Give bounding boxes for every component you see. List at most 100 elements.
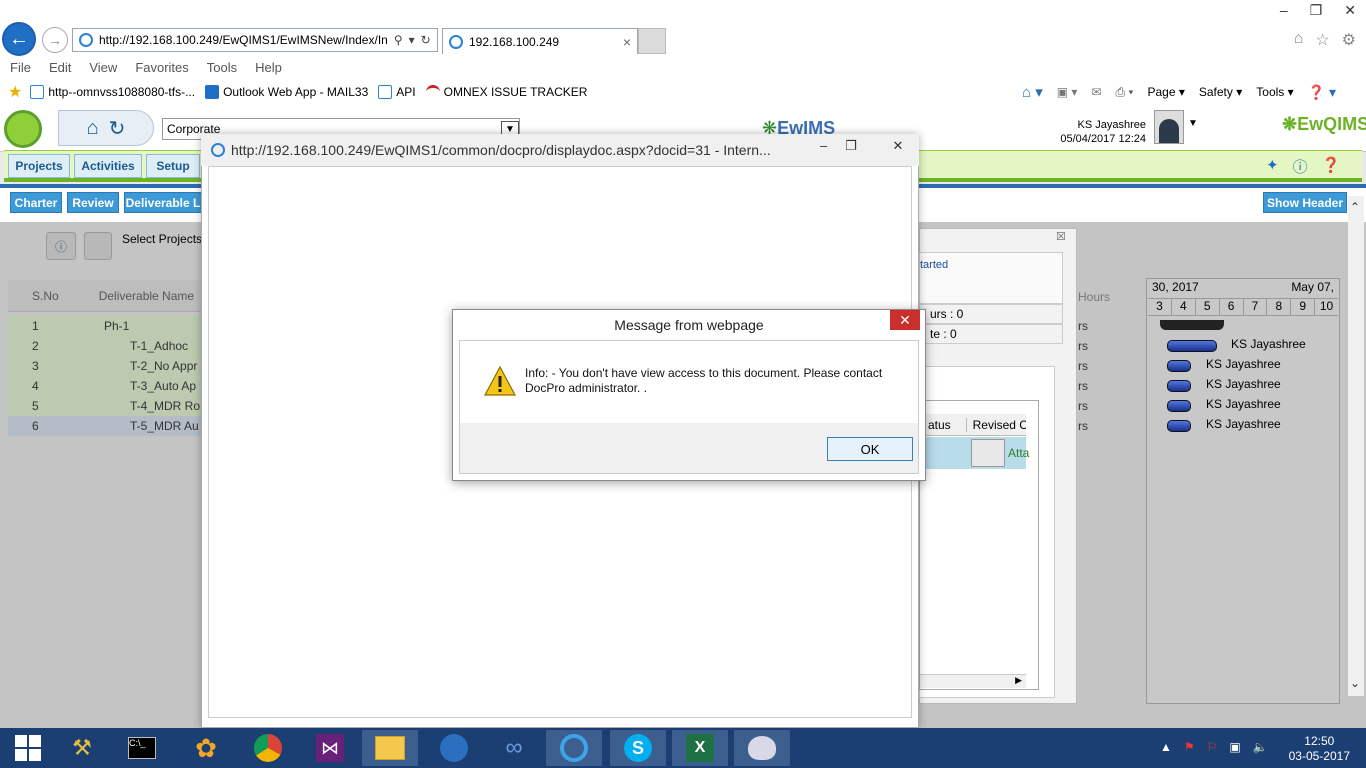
back-button[interactable]: ← bbox=[2, 22, 36, 56]
close-icon[interactable]: ✕ bbox=[875, 138, 921, 154]
menu-help[interactable]: Help bbox=[255, 60, 282, 75]
tree-icon[interactable] bbox=[84, 232, 112, 260]
close-tab-icon[interactable]: × bbox=[623, 34, 631, 50]
tray-expand-icon[interactable]: ▲ bbox=[1160, 740, 1172, 754]
favorite-item[interactable]: Outlook Web App - MAIL33 bbox=[205, 85, 368, 99]
col-sno[interactable]: S.No bbox=[32, 289, 59, 303]
gantt-task-bar[interactable] bbox=[1167, 380, 1191, 392]
menu-view[interactable]: View bbox=[89, 60, 117, 75]
taskbar-cmd[interactable]: C:\_ bbox=[114, 730, 170, 766]
home-icon[interactable]: ⌂ ▾ bbox=[1022, 83, 1043, 101]
col-revised[interactable]: Revised C bbox=[967, 418, 1026, 432]
flag-icon[interactable]: ⚐ bbox=[1207, 740, 1218, 754]
taskbar-skype[interactable]: S bbox=[610, 730, 666, 766]
attach-link[interactable]: Atta bbox=[1008, 446, 1029, 460]
edit-attachment-icon[interactable] bbox=[971, 439, 1005, 467]
taskbar-app2[interactable]: ∞ bbox=[486, 730, 542, 766]
menu-file[interactable]: File bbox=[10, 60, 31, 75]
monitor-icon[interactable]: ▣ bbox=[1229, 740, 1240, 754]
table-row[interactable]: 6 T-5_MDR Au bbox=[8, 416, 202, 436]
search-icon[interactable]: ⚲ bbox=[394, 33, 403, 47]
deliverable-list-button[interactable]: Deliverable L bbox=[124, 192, 202, 213]
taskbar-thunderbird[interactable] bbox=[426, 730, 482, 766]
taskbar-visual-studio[interactable]: ⋈ bbox=[302, 730, 358, 766]
table-row[interactable]: 2 T-1_Adhoc bbox=[8, 336, 202, 356]
scroll-down-icon[interactable]: ⌄ bbox=[1350, 676, 1360, 690]
charter-button[interactable]: Charter bbox=[10, 192, 62, 213]
gear-icon[interactable]: ⚙ bbox=[1342, 30, 1356, 50]
taskbar-chrome[interactable] bbox=[240, 730, 296, 766]
taskbar-ie[interactable] bbox=[546, 730, 602, 766]
menu-edit[interactable]: Edit bbox=[49, 60, 71, 75]
info-icon[interactable]: ⓘ bbox=[1293, 156, 1308, 177]
nav-projects[interactable]: Projects bbox=[8, 154, 70, 178]
taskbar-clock[interactable]: 12:50 03-05-2017 bbox=[1289, 734, 1350, 764]
h-scrollbar[interactable]: ▶ bbox=[920, 674, 1026, 688]
refresh-icon[interactable]: ↻ bbox=[421, 33, 431, 47]
favorite-item[interactable]: OMNEX ISSUE TRACKER bbox=[425, 85, 587, 99]
maximize-icon[interactable]: ❐ bbox=[845, 138, 857, 154]
gantt-task-bar[interactable] bbox=[1167, 420, 1191, 432]
nav-activities[interactable]: Activities bbox=[74, 154, 142, 178]
dialog-close-icon[interactable]: ✕ bbox=[890, 310, 920, 330]
taskbar-tools[interactable]: ⚒ bbox=[54, 730, 110, 766]
feeds-icon[interactable]: ▣ ▾ bbox=[1057, 85, 1078, 99]
ok-button[interactable]: OK bbox=[827, 437, 913, 461]
table-row[interactable]: 4 T-3_Auto Ap bbox=[8, 376, 202, 396]
star-icon[interactable]: ☆ bbox=[1315, 30, 1329, 50]
panel-close-icon[interactable]: ☒ bbox=[1056, 230, 1066, 243]
network-warning-icon[interactable]: ⚑ bbox=[1184, 740, 1195, 754]
taskbar-paint[interactable] bbox=[734, 730, 790, 766]
menu-favorites[interactable]: Favorites bbox=[135, 60, 188, 75]
home-icon[interactable]: ⌂ bbox=[87, 117, 99, 140]
user-menu-chevron-icon[interactable]: ▼ bbox=[1188, 118, 1198, 129]
tools-menu[interactable]: Tools ▾ bbox=[1256, 85, 1293, 99]
help-icon[interactable]: ❓ bbox=[1322, 156, 1341, 177]
close-icon[interactable]: ✕ bbox=[1344, 2, 1356, 19]
home-icon[interactable]: ⌂ bbox=[1294, 30, 1304, 50]
nav-setup[interactable]: Setup bbox=[146, 154, 200, 178]
gantt-task-bar[interactable] bbox=[1167, 400, 1191, 412]
forward-button[interactable]: → bbox=[42, 27, 68, 53]
print-icon[interactable]: ⎙ ▾ bbox=[1116, 85, 1134, 100]
safety-menu[interactable]: Safety ▾ bbox=[1199, 85, 1242, 99]
scroll-up-icon[interactable]: ⌃ bbox=[1350, 200, 1360, 214]
col-name[interactable]: Deliverable Name bbox=[99, 289, 194, 303]
show-header-button[interactable]: Show Header bbox=[1263, 192, 1347, 213]
mail-icon[interactable]: ✉ bbox=[1091, 85, 1101, 99]
app-logo-icon[interactable] bbox=[4, 110, 42, 148]
start-button[interactable] bbox=[0, 730, 56, 766]
table-row[interactable]: 5 T-4_MDR Ro bbox=[8, 396, 202, 416]
col-hours[interactable]: Hours bbox=[1078, 290, 1110, 304]
maximize-icon[interactable]: ❐ bbox=[1310, 2, 1323, 19]
refresh-icon[interactable]: ↻ bbox=[109, 116, 126, 141]
info-icon[interactable]: ⓘ bbox=[46, 232, 76, 260]
table-row[interactable]: 3 T-2_No Appr bbox=[8, 356, 202, 376]
speaker-icon[interactable]: 🔈 bbox=[1253, 740, 1268, 754]
favorite-item[interactable]: http--omnvss1088080-tfs-... bbox=[30, 85, 195, 99]
taskbar-app[interactable]: ✿ bbox=[178, 730, 234, 766]
page-menu[interactable]: Page ▾ bbox=[1147, 85, 1184, 99]
page-scrollbar[interactable] bbox=[1348, 196, 1364, 696]
dropdown-icon[interactable]: ▾ bbox=[409, 33, 415, 47]
tracker-icon bbox=[425, 85, 440, 99]
col-status[interactable]: atus bbox=[920, 417, 967, 432]
taskbar-explorer[interactable] bbox=[362, 730, 418, 766]
minimize-icon[interactable]: – bbox=[820, 138, 827, 154]
avatar[interactable] bbox=[1154, 110, 1184, 144]
new-tab-button[interactable] bbox=[638, 28, 666, 54]
address-bar[interactable]: http://192.168.100.249/EwQIMS1/EwIMSNew/… bbox=[72, 28, 438, 52]
help-icon[interactable]: ❓ ▾ bbox=[1308, 84, 1336, 101]
gantt-task-bar[interactable] bbox=[1167, 340, 1217, 352]
gantt-task-bar[interactable] bbox=[1167, 360, 1191, 372]
browser-tab[interactable]: 192.168.100.249 × bbox=[442, 28, 638, 54]
gantt-summary-bar[interactable] bbox=[1160, 320, 1224, 330]
menu-tools[interactable]: Tools bbox=[207, 60, 237, 75]
favorites-star-icon[interactable]: ★ bbox=[8, 82, 22, 102]
table-row[interactable]: 1 Ph-1 bbox=[8, 316, 202, 336]
favorite-item[interactable]: API bbox=[378, 85, 416, 99]
review-button[interactable]: Review bbox=[67, 192, 119, 213]
taskbar-excel[interactable]: X bbox=[672, 730, 728, 766]
pin-icon[interactable]: ✦ bbox=[1266, 156, 1279, 177]
minimize-icon[interactable]: – bbox=[1280, 2, 1288, 19]
